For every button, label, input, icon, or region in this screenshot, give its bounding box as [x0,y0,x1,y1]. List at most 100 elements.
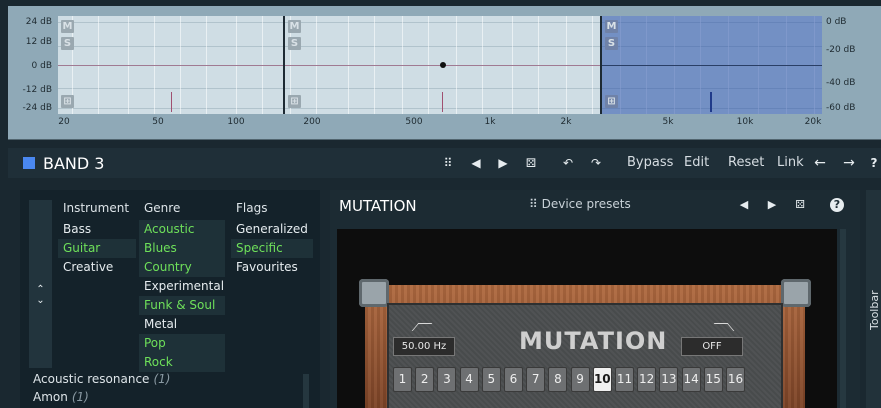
reset-button[interactable]: Reset [728,155,764,170]
preset-list-item[interactable]: Amon (1) [33,388,89,406]
freq-label: 2k [560,117,572,127]
freq-label: 50 [152,117,164,127]
band-peak-marker [442,92,443,112]
grid-icon[interactable]: ⠿ [441,156,455,170]
mutation-logo: MUTATION [519,327,668,355]
app-window: 24 dB 12 dB 0 dB -12 dB -24 dB 0 dB -20 … [0,0,881,408]
band-solo-icon[interactable]: ⊞ [288,95,301,108]
mode-button[interactable]: 6 [504,367,523,392]
band-header: BAND 3 ⠿ ◀ ▶ ⚄ ↶ ↷ Bypass Edit Reset Lin… [8,148,881,178]
mode-button[interactable]: 8 [548,367,568,392]
mode-button[interactable]: 16 [726,367,745,392]
mode-button[interactable]: 10 [592,367,612,392]
freq-label: 20 [58,117,70,127]
side-button[interactable]: S [605,37,618,50]
cabinet-corner [781,279,811,307]
filter-genre-item[interactable]: Blues [139,239,225,258]
random-icon[interactable]: ⚄ [524,156,538,170]
filter-genre-item[interactable]: Funk & Soul [139,296,225,315]
preset-list-scrollbar[interactable] [303,374,309,408]
browser-resize-handle[interactable]: ⌃ ⌄ [29,200,52,368]
band-split-2[interactable] [600,16,602,114]
mode-button[interactable]: 5 [481,367,501,392]
filter-genre-item[interactable]: Pop [139,334,225,353]
band-peak-marker-selected [710,92,712,112]
db-label-right: -20 dB [826,45,856,55]
high-shelf-icon [411,323,433,331]
band-split-1[interactable] [283,16,285,114]
spectrum-area[interactable]: M S ⊞ M S ⊞ M S ⊞ [58,16,822,114]
mode-button[interactable]: 14 [681,367,701,392]
edit-button[interactable]: Edit [684,155,709,170]
preset-count: (1) [71,390,89,404]
preset-browser: ⌃ ⌄ Instrument Genre Flags Bass Guitar Crea… [20,190,320,408]
amp-cabinet: 50.00 Hz MUTATION OFF 1 2 3 4 5 6 7 8 9 10 11 12 13 1… [359,279,811,408]
filter-genre-item[interactable]: Experimental [139,277,225,296]
help-icon[interactable]: ? [830,198,844,212]
zero-db-line-selected [601,65,822,66]
mode-button[interactable]: 3 [437,367,457,392]
mode-button[interactable]: 1 [393,367,412,392]
mode-button[interactable]: 12 [637,367,657,392]
arrow-left-icon[interactable]: ← [813,156,827,170]
band-solo-icon[interactable]: ⊞ [61,95,74,108]
mode-button[interactable]: 13 [659,367,679,392]
db-label: -24 dB [22,103,52,113]
column-header-genre: Genre [144,201,181,215]
mode-button[interactable]: 2 [415,367,435,392]
next-arrow-icon[interactable]: ▶ [496,156,510,170]
filter-flags-item[interactable]: Specific [231,239,313,258]
band-peak-marker [171,92,172,112]
amp-faceplate: 50.00 Hz MUTATION OFF 1 2 3 4 5 6 7 8 9 10 11 12 13 1… [387,303,783,408]
random-icon[interactable]: ⚄ [793,198,807,212]
filter-instrument-item[interactable]: Creative [58,258,136,277]
mode-button[interactable]: 11 [615,367,634,392]
grid-icon: ⠿ [529,197,542,211]
band-solo-icon[interactable]: ⊞ [605,95,618,108]
db-label-right: -60 dB [826,103,856,113]
filter-genre-item[interactable]: Metal [139,315,225,334]
switch-display[interactable]: OFF [681,337,743,356]
side-button[interactable]: S [288,37,301,50]
device-panel: MUTATION ⠿ Device presets ◀ ▶ ⚄ ? 50.00 … [330,190,860,408]
next-arrow-icon[interactable]: ▶ [765,198,779,212]
mode-button[interactable]: 9 [570,367,590,392]
freq-label: 5k [662,117,674,127]
mode-button[interactable]: 15 [703,367,723,392]
undo-icon[interactable]: ↶ [561,156,575,170]
filter-flags-item[interactable]: Generalized [231,220,313,239]
updown-chevron-icon: ⌃ ⌄ [36,284,45,306]
toolbar-sidebar[interactable]: Toolbar [866,190,881,408]
filter-instrument-item[interactable]: Bass [58,220,136,239]
device-title: MUTATION [339,197,417,215]
redo-icon[interactable]: ↷ [589,156,603,170]
db-label-right: -40 dB [826,78,856,88]
band-title: BAND 3 [43,154,105,173]
bypass-button[interactable]: Bypass [627,155,673,170]
db-label: -12 dB [22,85,52,95]
filter-instrument-item[interactable]: Guitar [58,239,136,258]
side-button[interactable]: S [61,37,74,50]
toolbar-label: Toolbar [868,290,881,330]
help-icon[interactable]: ? [867,156,881,170]
mid-button[interactable]: M [605,20,618,33]
filter-flags-item[interactable]: Favourites [231,258,313,277]
mid-button[interactable]: M [61,20,74,33]
link-button[interactable]: Link [777,155,804,170]
filter-genre-item[interactable]: Country [139,258,225,277]
zero-db-line [58,65,601,66]
device-scrollbar[interactable] [840,229,846,408]
prev-arrow-icon[interactable]: ◀ [469,156,483,170]
mid-button[interactable]: M [288,20,301,33]
freq-label: 200 [303,117,321,127]
frequency-display[interactable]: 50.00 Hz [393,337,455,356]
band-gain-node[interactable] [440,62,446,68]
arrow-right-icon[interactable]: → [842,156,856,170]
device-presets-button[interactable]: ⠿ Device presets [529,197,631,211]
db-label: 12 dB [25,37,52,47]
mode-button[interactable]: 4 [459,367,479,392]
prev-arrow-icon[interactable]: ◀ [737,198,751,212]
filter-genre-item[interactable]: Acoustic [139,220,225,239]
mode-button[interactable]: 7 [526,367,546,392]
preset-list-item[interactable]: Acoustic resonance (1) [33,370,170,388]
